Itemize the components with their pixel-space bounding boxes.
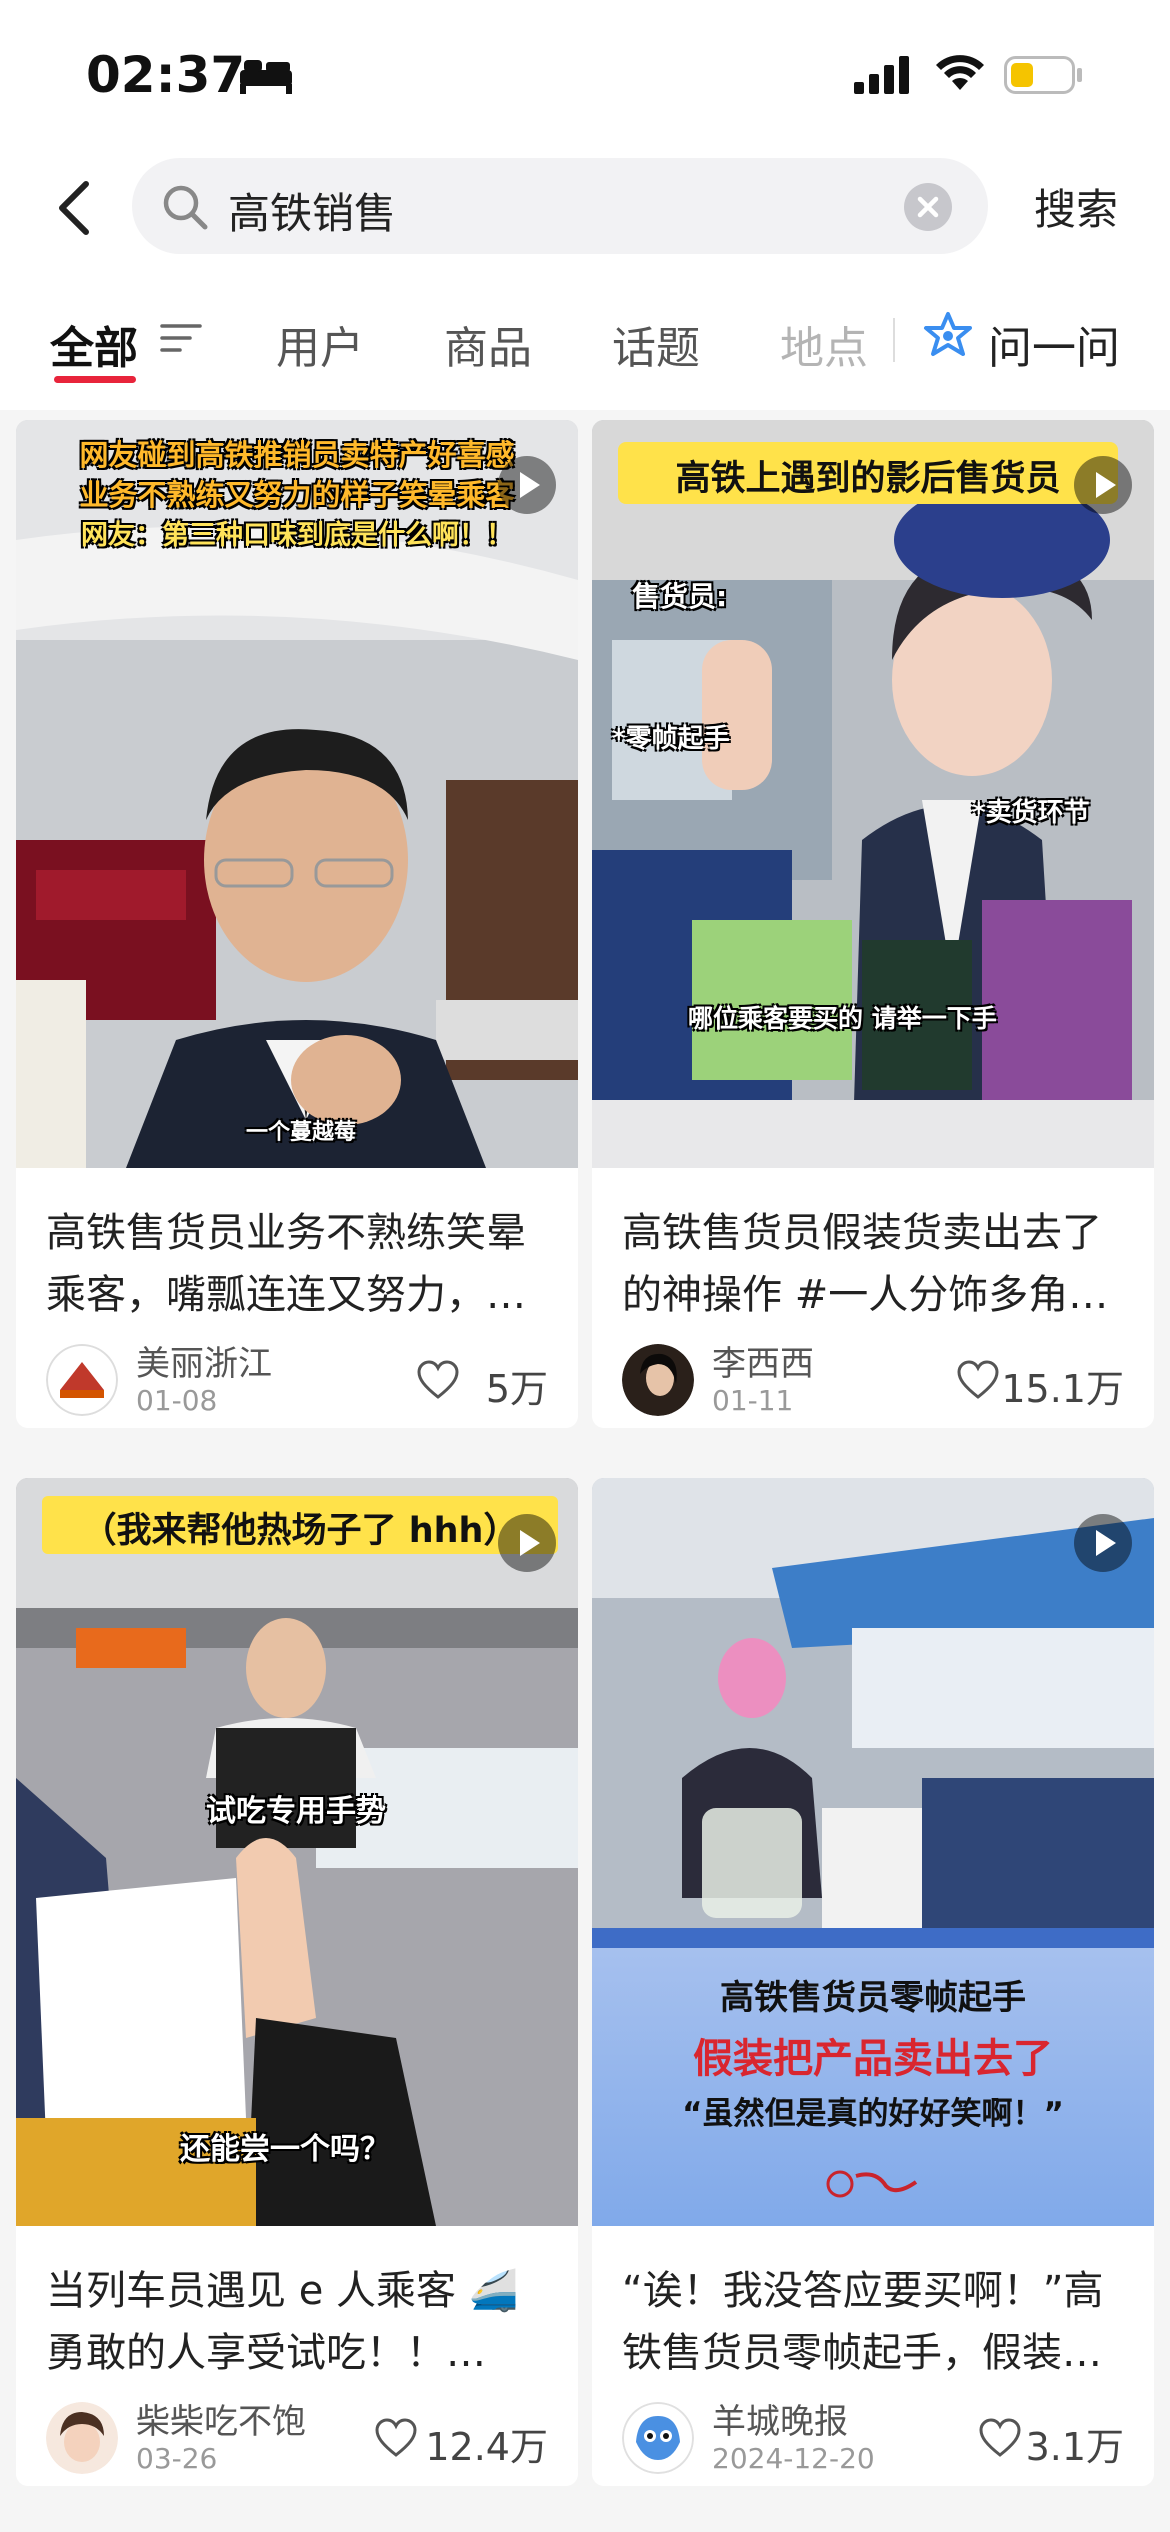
thumbnail-headline-1: 网友碰到高铁推销员卖特产好喜感 (79, 438, 515, 472)
clear-icon[interactable] (904, 183, 952, 231)
card-title[interactable]: 高铁售货员业务不熟练笑晕乘客，嘴瓢连连又努力，… (16, 1168, 578, 1336)
like-count: 5万 (485, 1367, 548, 1411)
note-card[interactable]: 网友碰到高铁推销员卖特产好喜感 业务不熟练又努力的样子笑晕乘客 网友：第三种口味… (16, 420, 578, 1428)
search-input[interactable]: 高铁销售 (132, 158, 988, 254)
status-time: 02:37 (86, 46, 246, 104)
thumbnail-headline-3: 网友：第三种口味到底是什么啊！！ (81, 520, 513, 551)
thumbnail-headline-2: 业务不熟练又努力的样子笑晕乘客 (79, 478, 515, 512)
sticker-label: 售货员: (632, 580, 728, 613)
play-icon (498, 456, 556, 514)
search-icon (163, 185, 208, 230)
tab-topics[interactable]: 话题 (612, 312, 700, 376)
card-footer: 柴柴吃不饱 03-26 12.4万 (16, 2394, 578, 2486)
tab-products[interactable]: 商品 (444, 312, 532, 376)
sticker-label: *零帧起手 (612, 724, 730, 754)
sticker-label: 哪位乘客要买的 请举一下手 (688, 1004, 997, 1033)
video-thumbnail[interactable]: 高铁售货员零帧起手 假装把产品卖出去了 “虽然但是真的好好笑啊！” (592, 1478, 1154, 2226)
heart-icon[interactable] (374, 2418, 418, 2458)
like-count: 12.4万 (425, 2425, 548, 2469)
note-card[interactable]: 高铁售货员零帧起手 假装把产品卖出去了 “虽然但是真的好好笑啊！” “诶！我没答… (592, 1478, 1154, 2486)
thumbnail-headline-2: 假装把产品卖出去了 (693, 2036, 1053, 2082)
post-date: 01-08 (136, 1384, 218, 1417)
like-count: 15.1万 (1001, 1367, 1124, 1411)
post-date: 03-26 (136, 2442, 218, 2475)
ask-button[interactable]: 问一问 (988, 312, 1120, 376)
video-thumbnail[interactable]: （我来帮他热场子了 hhh） 试吃专用手势 还能尝一个吗？ (16, 1478, 578, 2226)
tab-users[interactable]: 用户 (276, 312, 364, 376)
avatar[interactable] (622, 2402, 694, 2474)
author-name[interactable]: 柴柴吃不饱 (136, 2394, 306, 2443)
active-tab-indicator (54, 376, 136, 383)
card-footer: 李西西 01-11 15.1万 (592, 1336, 1154, 1428)
video-thumbnail[interactable]: 高铁上遇到的影后售货员 售货员: *零帧起手 *卖货环节 哪位乘客要买的 请举一… (592, 420, 1154, 1168)
tab-all[interactable]: 全部 (50, 312, 138, 376)
play-icon (498, 1514, 556, 1572)
video-thumbnail[interactable]: 网友碰到高铁推销员卖特产好喜感 业务不熟练又努力的样子笑晕乘客 网友：第三种口味… (16, 420, 578, 1168)
signal-icon (854, 56, 909, 94)
heart-icon[interactable] (416, 1360, 460, 1400)
tab-places[interactable]: 地点 (780, 312, 868, 376)
wifi-icon (936, 55, 984, 90)
card-title[interactable]: 高铁售货员假装货卖出去了的神操作 #一人分饰多角… (592, 1168, 1154, 1336)
back-button[interactable] (50, 178, 100, 238)
ask-ai-icon (924, 312, 972, 356)
search-button[interactable]: 搜索 (1034, 176, 1118, 237)
filter-icon[interactable] (160, 318, 202, 358)
tab-divider (893, 318, 895, 362)
filter-tabs: 全部 用户 商品 话题 地点 问一问 (0, 270, 1170, 410)
card-title[interactable]: “诶！我没答应要买啊！”高铁售货员零帧起手，假装… (592, 2226, 1154, 2394)
heart-icon[interactable] (956, 1360, 1000, 1400)
thumbnail-headline-3: “虽然但是真的好好笑啊！” (682, 2096, 1064, 2132)
author-name[interactable]: 李西西 (712, 1336, 814, 1385)
post-date: 2024-12-20 (712, 2442, 875, 2475)
publisher-logo (826, 2170, 918, 2198)
play-icon (1074, 456, 1132, 514)
bed-icon (240, 60, 292, 94)
like-count: 3.1万 (1025, 2425, 1124, 2469)
author-name[interactable]: 美丽浙江 (136, 1336, 272, 1385)
author-name[interactable]: 羊城晚报 (712, 2394, 848, 2443)
thumbnail-caption: 一个蔓越莓 (245, 1120, 356, 1145)
card-title[interactable]: 当列车员遇见 e 人乘客 🚄 勇敢的人享受试吃！！… (16, 2226, 578, 2394)
search-query: 高铁销售 (228, 189, 397, 238)
note-card[interactable]: （我来帮他热场子了 hhh） 试吃专用手势 还能尝一个吗？ 当列车员遇见 e 人… (16, 1478, 578, 2486)
avatar[interactable] (622, 1344, 694, 1416)
thumbnail-headline: （我来帮他热场子了 hhh） (81, 1511, 519, 1551)
play-icon (1074, 1514, 1132, 1572)
thumbnail-headline-1: 高铁售货员零帧起手 (720, 1978, 1026, 2018)
sticker-label: 试吃专用手势 (206, 1794, 386, 1829)
avatar[interactable] (46, 1344, 118, 1416)
search-header: 高铁销售 搜索 (0, 150, 1170, 270)
avatar[interactable] (46, 2402, 118, 2474)
sticker-label: 还能尝一个吗？ (180, 2132, 390, 2167)
thumbnail-headline: 高铁上遇到的影后售货员 (675, 459, 1061, 499)
card-footer: 羊城晚报 2024-12-20 3.1万 (592, 2394, 1154, 2486)
battery-icon (1004, 56, 1082, 94)
note-card[interactable]: 高铁上遇到的影后售货员 售货员: *零帧起手 *卖货环节 哪位乘客要买的 请举一… (592, 420, 1154, 1428)
status-bar: 02:37 (0, 0, 1170, 150)
thumbnail-image (16, 1478, 578, 2226)
heart-icon[interactable] (978, 2418, 1022, 2458)
thumbnail-image (592, 420, 1154, 1168)
sticker-label: *卖货环节 (972, 798, 1090, 828)
post-date: 01-11 (712, 1384, 794, 1417)
card-footer: 美丽浙江 01-08 5万 (16, 1336, 578, 1428)
